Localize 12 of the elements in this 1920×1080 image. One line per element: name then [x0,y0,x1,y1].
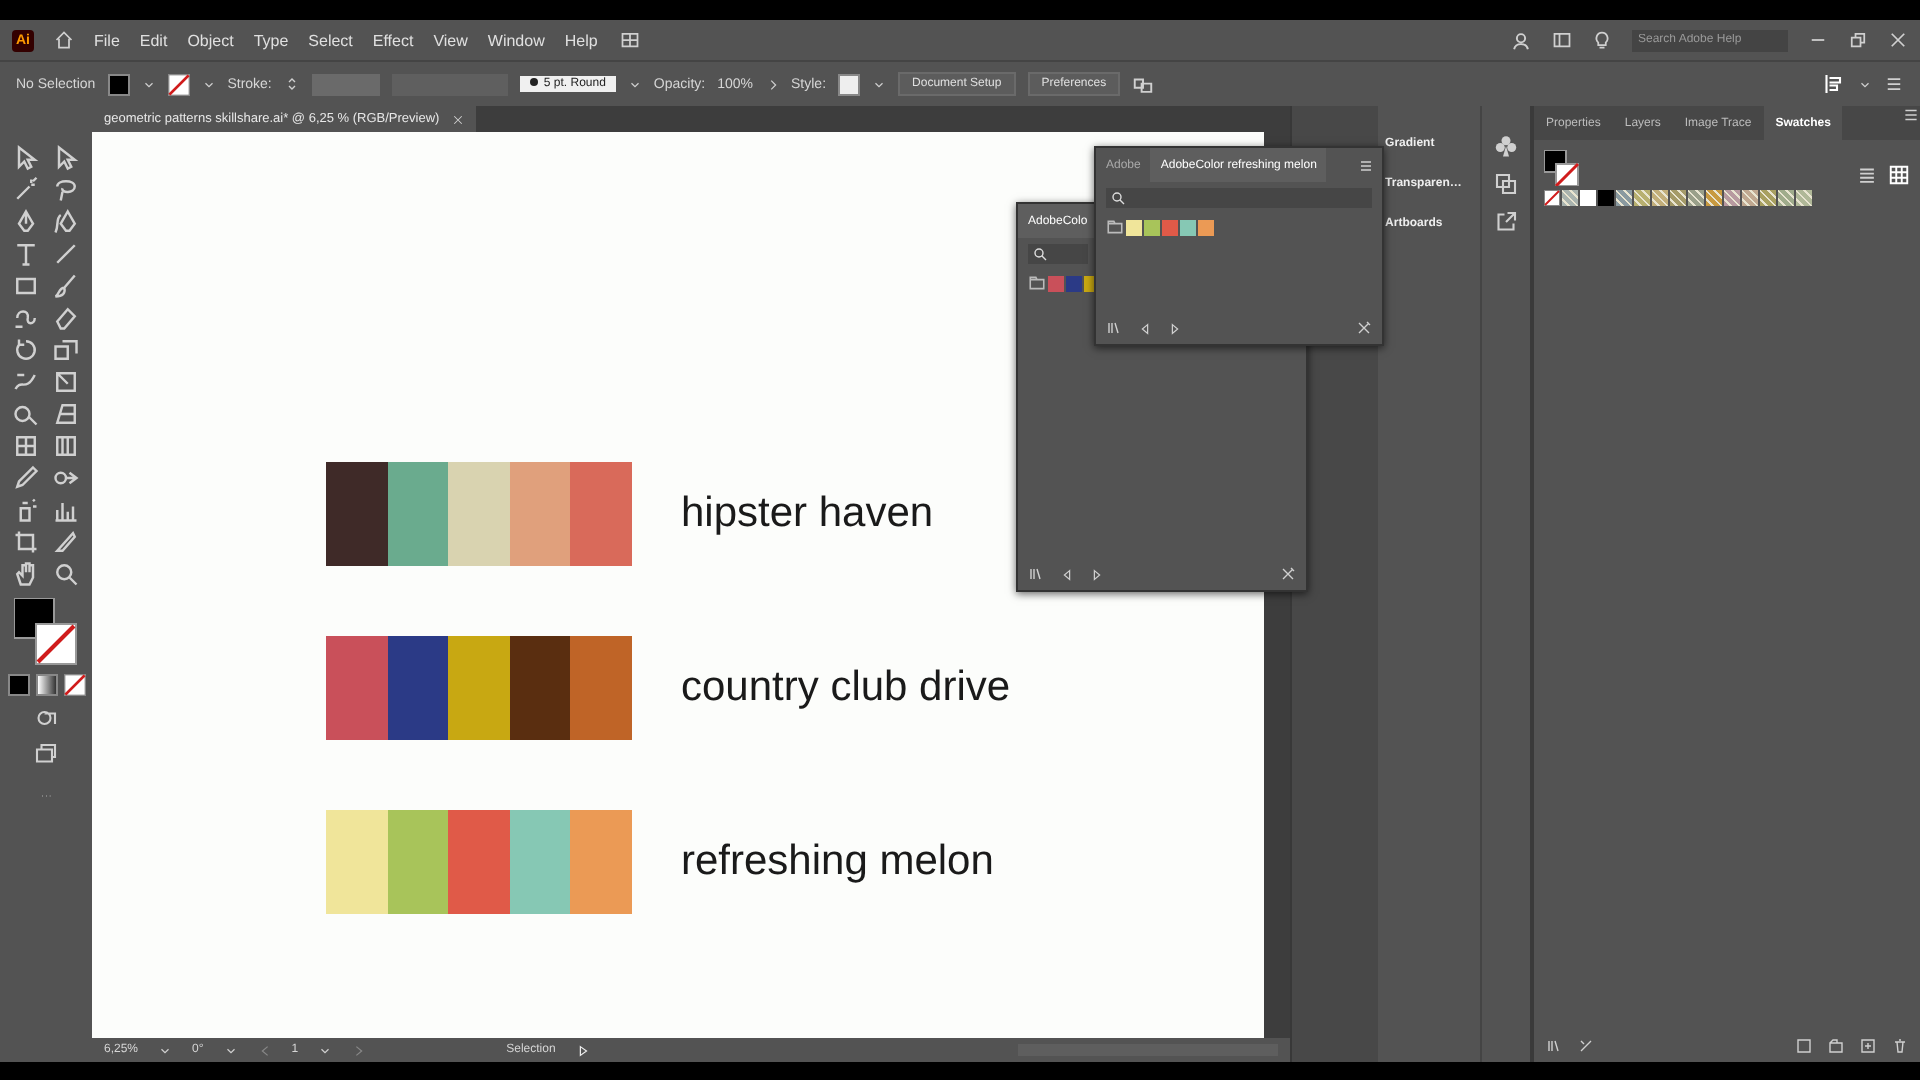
menu-item[interactable]: Type [253,31,289,49]
palette-name: refreshing melon [681,838,994,886]
menu-item[interactable]: Window [487,31,545,49]
menu-item[interactable]: Object [187,31,234,49]
palette-name: hipster haven [681,490,934,538]
menu-item[interactable]: Select [308,31,353,49]
palette-name: country club drive [681,664,1011,712]
menu-item[interactable]: File [94,31,120,49]
menu-item[interactable]: Edit [139,31,168,49]
menu-item[interactable]: Help [564,31,598,49]
menu-item[interactable]: View [433,31,468,49]
menu-item[interactable]: Effect [372,31,414,49]
